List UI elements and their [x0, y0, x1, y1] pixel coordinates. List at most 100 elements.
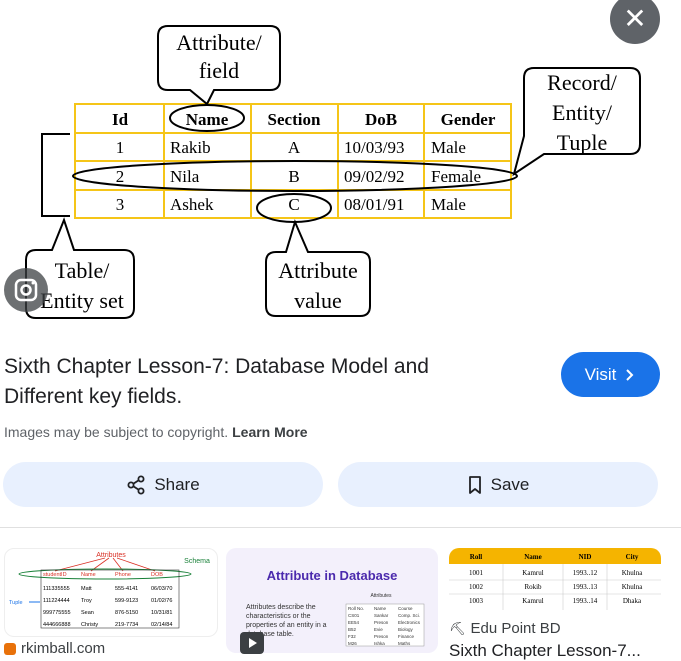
svg-text:Kamrul: Kamrul	[522, 569, 543, 577]
cell: 3	[116, 195, 125, 214]
svg-text:555-4141: 555-4141	[115, 586, 138, 592]
svg-text:599-9123: 599-9123	[115, 598, 138, 604]
svg-text:NID: NID	[579, 553, 592, 561]
svg-text:Entity set: Entity set	[40, 288, 124, 313]
svg-text:Attributes: Attributes	[370, 593, 392, 599]
svg-text:Finance: Finance	[398, 634, 415, 639]
svg-text:Comp. Sci.: Comp. Sci.	[398, 613, 420, 618]
svg-text:Name: Name	[524, 553, 542, 561]
share-icon	[127, 475, 145, 494]
svg-text:field: field	[199, 58, 239, 83]
svg-text:DOB: DOB	[151, 572, 163, 578]
cell: Ashek	[170, 195, 214, 214]
svg-text:10/31/81: 10/31/81	[151, 610, 172, 616]
bookmark-icon	[468, 475, 481, 494]
svg-text:1993..13: 1993..13	[573, 583, 598, 591]
svg-text:Evie: Evie	[374, 627, 383, 632]
svg-text:Khulna: Khulna	[622, 569, 644, 577]
svg-text:06/03/70: 06/03/70	[151, 586, 172, 592]
svg-text:Preson: Preson	[374, 634, 389, 639]
svg-text:Attribute in Database: Attribute in Database	[267, 568, 398, 583]
header-id: Id	[112, 110, 129, 129]
cell: B	[288, 167, 299, 186]
svg-text:1003: 1003	[469, 597, 484, 605]
svg-text:1001: 1001	[469, 569, 484, 577]
svg-text:1002: 1002	[469, 583, 484, 591]
copyright-text: Images may be subject to copyright.	[4, 424, 229, 440]
svg-text:02/14/84: 02/14/84	[151, 622, 172, 628]
svg-text:Table/: Table/	[55, 258, 111, 283]
svg-text:Troy: Troy	[81, 598, 92, 604]
cell: Female	[431, 167, 481, 186]
learn-more-link[interactable]: Learn More	[232, 424, 307, 440]
header-dob: DoB	[365, 110, 397, 129]
svg-text:Sean: Sean	[81, 610, 94, 616]
close-icon: ✕	[623, 3, 647, 34]
lens-icon	[14, 278, 38, 302]
related-result-2[interactable]: Attribute in Database Attributes describ…	[226, 548, 438, 654]
svg-text:Electronics: Electronics	[398, 620, 421, 625]
svg-text:876-5150: 876-5150	[115, 610, 138, 616]
svg-text:Attribute: Attribute	[278, 258, 357, 283]
svg-text:B52: B52	[348, 627, 357, 632]
cell: Male	[431, 138, 466, 157]
svg-text:444666888: 444666888	[43, 622, 71, 628]
related-source: rkimball.com	[4, 640, 105, 657]
header-name: Name	[186, 110, 229, 129]
header-section: Section	[268, 110, 321, 129]
svg-text:Tuple: Tuple	[9, 600, 23, 606]
cell: 09/02/92	[344, 167, 404, 186]
divider	[0, 527, 681, 528]
svg-text:Name: Name	[374, 606, 387, 611]
cell: 08/01/91	[344, 195, 404, 214]
image-preview[interactable]: Id Name Section DoB Gender 1 Rakib A 10/…	[0, 0, 681, 340]
svg-text:Entity/: Entity/	[552, 100, 613, 125]
svg-text:studentID: studentID	[43, 572, 67, 578]
svg-text:M26: M26	[348, 641, 357, 646]
svg-text:F32: F32	[348, 634, 356, 639]
svg-text:Khulna: Khulna	[622, 583, 644, 591]
svg-text:Attributes: Attributes	[96, 552, 126, 559]
svg-text:Course: Course	[398, 606, 413, 611]
cell: A	[288, 138, 301, 157]
svg-text:City: City	[626, 553, 639, 561]
svg-text:Roll: Roll	[470, 553, 483, 561]
cell: 1	[116, 138, 125, 157]
svg-text:111224444: 111224444	[43, 598, 70, 604]
svg-text:value: value	[294, 288, 342, 313]
cell: Rakib	[170, 138, 211, 157]
cell: Male	[431, 195, 466, 214]
svg-text:Maths: Maths	[398, 641, 411, 646]
student-table-image: Attributes Schema studentID Name Phone D…	[9, 552, 210, 629]
play-button[interactable]	[240, 632, 264, 654]
svg-text:Dhaka: Dhaka	[623, 597, 642, 605]
lens-button[interactable]	[4, 268, 48, 312]
edupoint-favicon: ⛏	[449, 620, 466, 636]
svg-text:Tuple: Tuple	[557, 130, 608, 155]
related-caption[interactable]: Sixth Chapter Lesson-7...	[449, 641, 641, 661]
related-source: ⛏ Edu Point BD	[449, 620, 561, 637]
share-label: Share	[154, 474, 200, 494]
close-button[interactable]: ✕	[610, 0, 660, 44]
share-button[interactable]: Share	[3, 462, 323, 507]
svg-text:Name: Name	[81, 572, 96, 578]
svg-text:CS01: CS01	[348, 613, 360, 618]
related-thumbnail[interactable]: Attributes Schema studentID Name Phone D…	[4, 548, 218, 637]
save-button[interactable]: Save	[338, 462, 658, 507]
play-icon	[249, 638, 257, 648]
related-result-3[interactable]: Roll Name NID City 1001 Kamrul 1993..12 Khu…	[449, 548, 661, 660]
svg-text:Record/: Record/	[547, 70, 618, 95]
result-title[interactable]: Sixth Chapter Lesson-7: Database Model a…	[4, 352, 504, 412]
svg-text:Christy: Christy	[81, 622, 98, 628]
svg-text:Schema: Schema	[184, 558, 210, 565]
svg-text:219-7734: 219-7734	[115, 622, 138, 628]
roll-table-image: Roll Name NID City 1001 Kamrul 1993..12 Khu…	[449, 548, 661, 610]
svg-text:Rokib: Rokib	[524, 583, 542, 591]
database-diagram: Id Name Section DoB Gender 1 Rakib A 10/…	[18, 14, 644, 332]
svg-text:Attribute/: Attribute/	[176, 30, 262, 55]
visit-button[interactable]: Visit	[561, 352, 660, 397]
save-label: Save	[490, 474, 530, 494]
related-thumbnail[interactable]: Roll Name NID City 1001 Kamrul 1993..12 Khu…	[449, 548, 661, 610]
cell: Nila	[170, 167, 200, 186]
related-result-1[interactable]: Attributes Schema studentID Name Phone D…	[4, 548, 218, 657]
